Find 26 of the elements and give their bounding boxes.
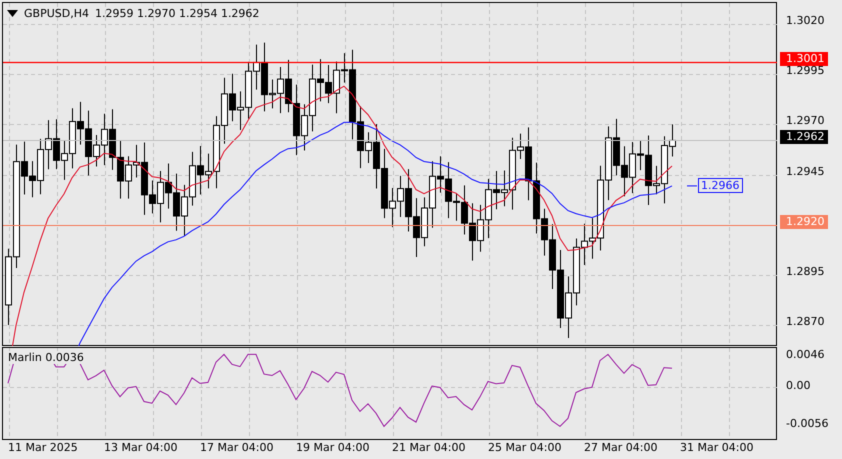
time-axis-label: 21 Mar 04:00 [392, 441, 466, 454]
moving-average-value-label: 1.2966 [698, 178, 742, 193]
price-level-label: 1.2920 [780, 214, 828, 229]
time-axis-label: 25 Mar 04:00 [488, 441, 562, 454]
price-tick-label: 1.2895 [786, 264, 824, 279]
price-tick-label: 1.2970 [786, 114, 824, 128]
ohlc-values: 1.2959 1.2970 1.2954 1.2962 [94, 7, 260, 20]
time-axis-label: 19 Mar 04:00 [296, 441, 370, 454]
time-axis-label: 13 Mar 04:00 [104, 441, 178, 454]
price-tick-label: 1.2870 [786, 315, 824, 329]
leader-line [686, 185, 698, 186]
time-axis-label: 31 Mar 04:00 [680, 441, 754, 454]
indicator-label: Marlin 0.0036 [6, 351, 86, 364]
price-tick-label: 1.2945 [786, 164, 824, 178]
indicator-tick-label: 0.0046 [786, 348, 824, 362]
price-level-label: 1.2962 [780, 130, 828, 144]
price-tick-label: 1.2995 [786, 64, 824, 78]
time-axis-label: 17 Mar 04:00 [200, 441, 274, 454]
time-axis-label: 11 Mar 2025 [8, 441, 78, 454]
price-level-label: 1.3001 [780, 52, 828, 66]
symbol-label: GBPUSD,H4 [24, 7, 89, 20]
time-axis-label: 27 Mar 04:00 [584, 441, 658, 454]
indicator-tick-label: -0.0056 [786, 417, 828, 432]
dropdown-triangle-icon[interactable] [7, 10, 18, 17]
price-tick-label: 1.3020 [786, 14, 824, 28]
indicator-tick-label: 0.00 [786, 379, 810, 393]
